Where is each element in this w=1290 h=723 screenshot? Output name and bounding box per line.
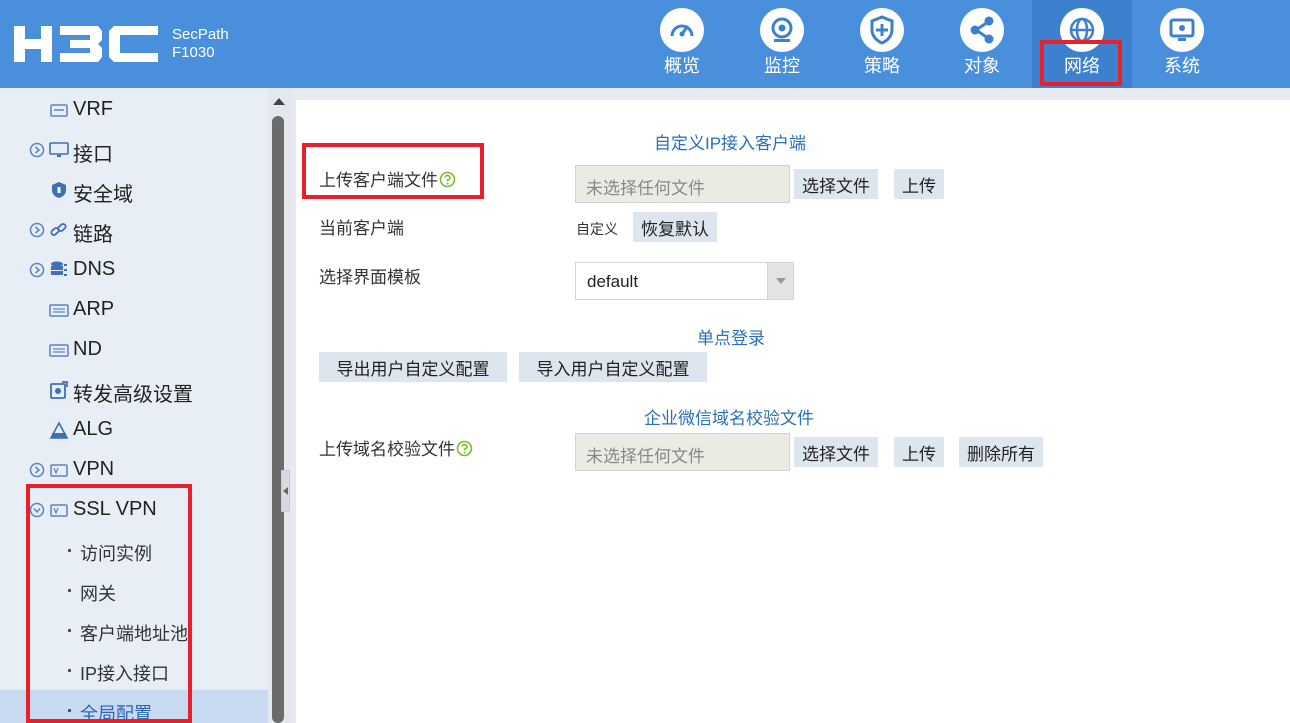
product-model-number: F1030 — [172, 44, 215, 61]
scroll-up-arrow-icon[interactable] — [273, 98, 285, 105]
sidebar-item-label: VRF — [73, 98, 113, 120]
product-series: SecPath — [172, 26, 229, 43]
sidebar-item-label: DNS — [73, 258, 116, 280]
template-select-value: default — [587, 272, 639, 291]
nav-system-label: 系统 — [1164, 56, 1200, 76]
share-nodes-icon — [960, 8, 1004, 52]
shield-plus-icon — [860, 8, 904, 52]
choose-file-button[interactable]: 选择文件 — [794, 169, 878, 199]
nav-overview[interactable]: 概览 — [632, 0, 732, 88]
sidebar-item-alg[interactable]: ALG — [0, 410, 268, 450]
sidebar-item-label: ARP — [73, 298, 115, 320]
domain-file-input[interactable]: 未选择任何文件 — [575, 433, 790, 471]
sidebar-item-link[interactable]: 链路 — [0, 210, 268, 250]
expand-circle-icon[interactable] — [29, 462, 45, 478]
template-select[interactable]: default — [575, 262, 794, 300]
sidebar-item-label: 链路 — [73, 224, 113, 246]
sidebar-item-label: VPN — [73, 458, 115, 480]
sidebar-item-label: ND — [73, 338, 102, 360]
sidebar-item-nd[interactable]: ND — [0, 330, 268, 370]
nav-system[interactable]: 系统 — [1132, 0, 1232, 88]
vrf-icon — [50, 104, 68, 117]
help-question-icon[interactable] — [456, 440, 473, 457]
upload-domain-label: 上传域名校验文件 — [319, 435, 473, 460]
arp-keyboard-icon — [49, 304, 69, 317]
sidebar-item-forwarding-settings[interactable]: 转发高级设置 — [0, 370, 268, 410]
sidebar-item-label: 转发高级设置 — [73, 384, 193, 406]
sidebar-item-security-zone[interactable]: 安全域 — [0, 170, 268, 210]
nav-policy-label: 策略 — [864, 56, 900, 76]
current-client-value: 自定义 — [576, 221, 618, 237]
chevron-down-icon — [776, 278, 786, 284]
forwarding-settings-icon — [50, 381, 68, 399]
sidebar-item-label: 接口 — [73, 144, 113, 166]
nav-object[interactable]: 对象 — [932, 0, 1032, 88]
security-zone-shield-icon — [52, 182, 66, 198]
section-title-custom-ip-client: 自定义IP接入客户端 — [654, 134, 807, 153]
annotation-box-network-tab — [1040, 40, 1122, 86]
restore-default-button[interactable]: 恢复默认 — [633, 212, 717, 242]
section-title-sso: 单点登录 — [697, 329, 765, 348]
interface-monitor-icon — [49, 142, 69, 157]
display-gear-icon — [1160, 8, 1204, 52]
nd-keyboard-icon — [49, 344, 69, 357]
template-label: 选择界面模板 — [319, 268, 421, 287]
select-dropdown-button[interactable] — [767, 263, 793, 299]
h3c-logo — [14, 26, 158, 62]
annotation-box-upload-client — [302, 143, 484, 199]
sidebar-item-dns[interactable]: DNS — [0, 250, 268, 290]
link-chain-icon — [50, 223, 67, 236]
section-title-wechat-domain: 企业微信域名校验文件 — [644, 409, 814, 428]
sidebar-item-interface[interactable]: 接口 — [0, 130, 268, 170]
sidebar-collapse-handle[interactable] — [281, 470, 290, 512]
file-placeholder: 未选择任何文件 — [586, 179, 705, 198]
export-custom-config-button[interactable]: 导出用户自定义配置 — [319, 352, 507, 382]
delete-all-button[interactable]: 删除所有 — [959, 437, 1043, 467]
nav-policy[interactable]: 策略 — [832, 0, 932, 88]
sidebar-item-label: ALG — [73, 418, 114, 440]
product-model: SecPath F1030 — [172, 26, 229, 62]
chevron-left-icon — [283, 487, 288, 495]
upload-button[interactable]: 上传 — [894, 169, 944, 199]
annotation-box-ssl-vpn-menu — [26, 484, 192, 723]
nav-object-label: 对象 — [964, 56, 1000, 76]
client-file-input[interactable]: 未选择任何文件 — [575, 165, 790, 203]
dashboard-icon — [660, 8, 704, 52]
file-placeholder: 未选择任何文件 — [586, 447, 705, 466]
sidebar-item-arp[interactable]: ARP — [0, 290, 268, 330]
nav-monitor[interactable]: 监控 — [732, 0, 832, 88]
dns-database-icon — [51, 261, 67, 276]
choose-domain-file-button[interactable]: 选择文件 — [794, 437, 878, 467]
import-custom-config-button[interactable]: 导入用户自定义配置 — [519, 352, 707, 382]
sidebar-item-vrf[interactable]: VRF — [0, 90, 268, 130]
nav-overview-label: 概览 — [664, 56, 700, 76]
nav-monitor-label: 监控 — [764, 56, 800, 76]
sidebar-item-label: 安全域 — [73, 184, 133, 206]
monitor-eye-icon — [760, 8, 804, 52]
expand-circle-icon[interactable] — [29, 142, 45, 158]
vpn-icon — [50, 464, 68, 477]
upload-domain-label-text: 上传域名校验文件 — [319, 440, 455, 459]
current-client-label: 当前客户端 — [319, 219, 404, 238]
scrollbar-thumb[interactable] — [272, 116, 284, 723]
alg-icon — [49, 421, 69, 439]
upload-domain-file-button[interactable]: 上传 — [894, 437, 944, 467]
sidebar-scrollbar[interactable] — [268, 88, 290, 723]
expand-circle-icon[interactable] — [29, 222, 45, 238]
expand-circle-icon[interactable] — [29, 262, 45, 278]
top-nav: 概览 监控 策略 对象 网络 系统 — [632, 0, 1232, 88]
